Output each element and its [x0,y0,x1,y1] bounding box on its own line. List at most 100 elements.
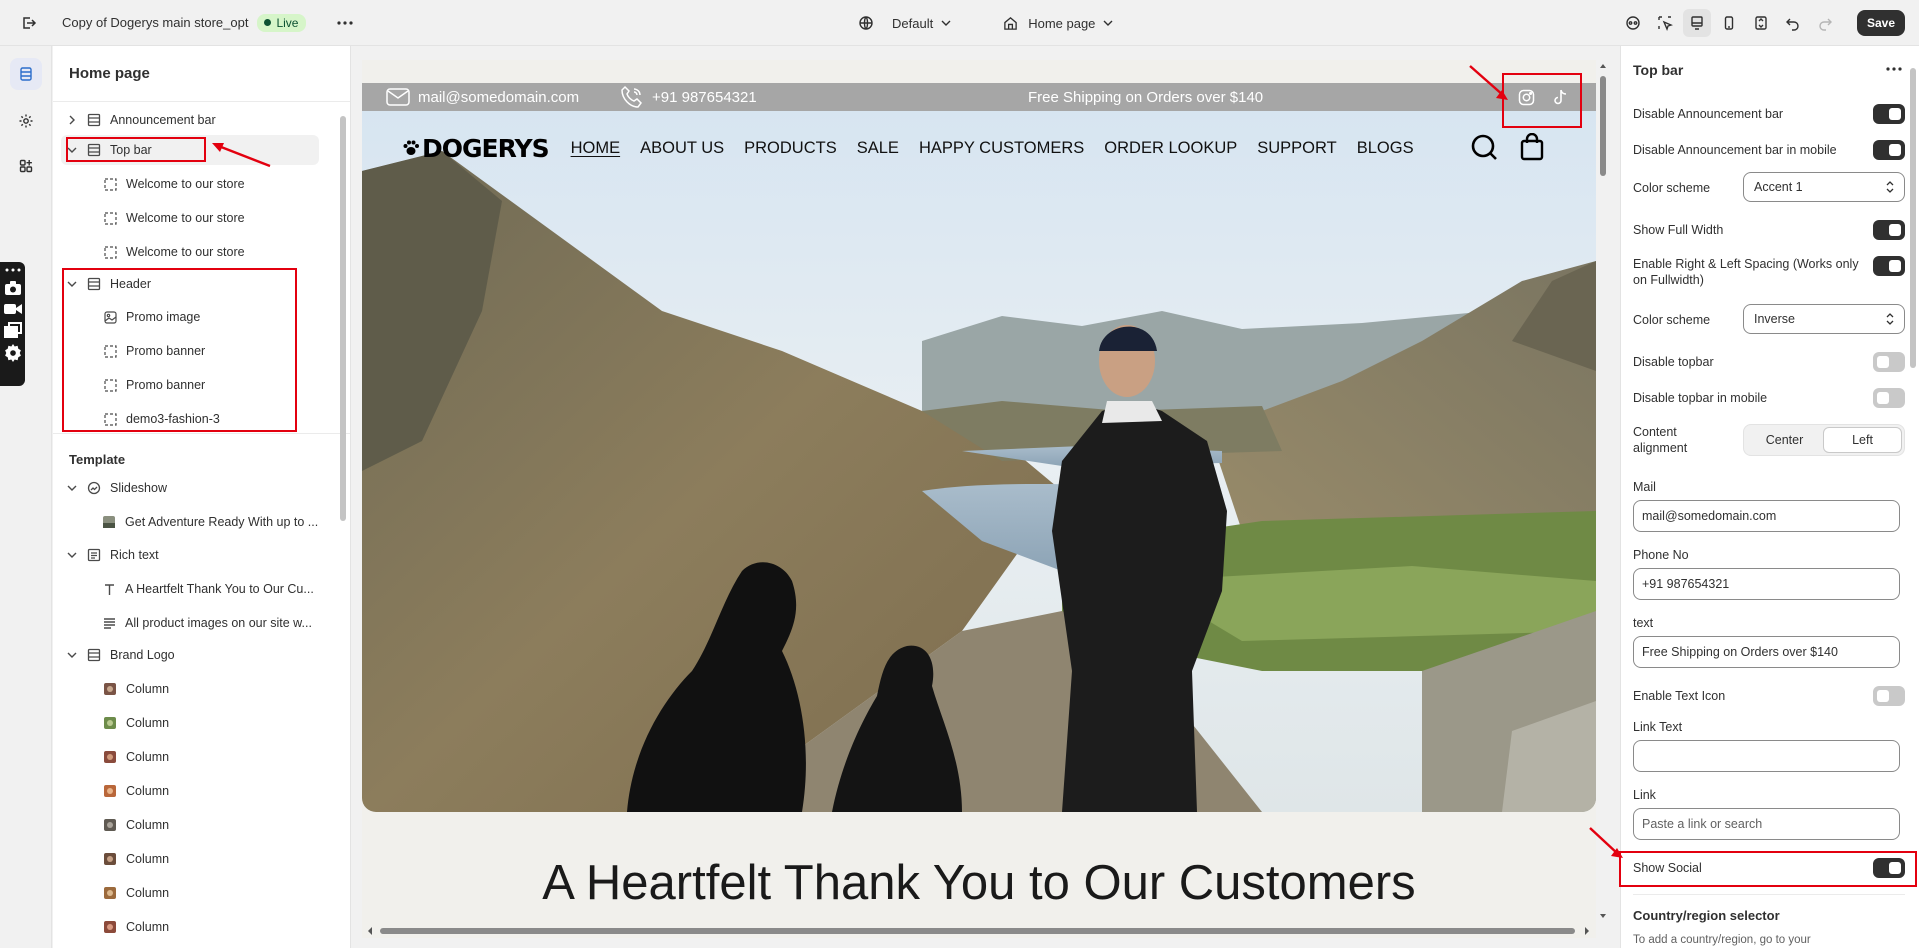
tree-item-header[interactable]: Header [61,269,319,299]
text-input[interactable]: Free Shipping on Orders over $140 [1633,636,1900,668]
tree-item-column[interactable]: Column [61,708,319,738]
redo-button[interactable] [1811,9,1839,37]
link-text-input[interactable] [1633,740,1900,772]
menu-item-sale[interactable]: SALE [857,139,899,158]
tree-item-top-bar[interactable]: Top bar [61,135,319,165]
save-button[interactable]: Save [1856,10,1905,36]
menu-item-home[interactable]: HOME [571,139,621,158]
toolbar-grip-icon[interactable] [4,266,22,274]
disable-announcement-toggle[interactable] [1873,104,1905,124]
chevron-right-icon[interactable] [65,115,79,125]
align-center-option[interactable]: Center [1746,427,1823,453]
video-icon[interactable] [3,302,23,316]
link-input[interactable]: Paste a link or search [1633,808,1900,840]
theme-settings-rail-button[interactable] [10,105,42,137]
tree-item-column[interactable]: Column [61,674,319,704]
tree-item-column[interactable]: Column [61,776,319,806]
announcement-bar[interactable]: mail@somedomain.com +91 987654321 Free S… [362,83,1596,111]
announcement-phone[interactable]: +91 987654321 [620,85,757,109]
tree-item-slideshow[interactable]: Slideshow [61,473,319,503]
tree-item-column[interactable]: Column [61,844,319,874]
align-left-option[interactable]: Left [1823,427,1902,453]
tree-item-column[interactable]: Column [61,878,319,908]
sections-rail-button[interactable] [10,58,42,90]
exit-button[interactable] [16,10,42,36]
tree-item-announcement-bar[interactable]: Announcement bar [61,105,319,135]
chevron-down-icon[interactable] [65,146,79,154]
setting-label: Disable Announcement bar [1633,107,1784,121]
mail-label: Mail [1633,480,1656,494]
settings-scrollbar[interactable] [1910,68,1916,368]
block-icon [101,412,119,426]
thumbnail-icon [101,515,118,529]
theme-selector[interactable]: Default [858,15,951,31]
mail-input[interactable]: mail@somedomain.com [1633,500,1900,532]
fullscreen-button[interactable] [1747,9,1775,37]
more-actions-button[interactable] [332,10,358,36]
store-logo[interactable]: DOGERYS [402,134,550,163]
color-scheme-select-2[interactable]: Inverse [1743,304,1905,334]
select-element-button[interactable] [1651,9,1679,37]
setting-disable-topbar-mobile: Disable topbar in mobile [1633,386,1905,410]
template-heading: Template [69,452,126,467]
tree-item-label: Top bar [110,143,152,157]
undo-button[interactable] [1779,9,1807,37]
desktop-view-button[interactable] [1682,9,1711,37]
search-icon[interactable] [1470,133,1498,161]
cart-bag-icon[interactable] [1520,133,1544,161]
chevron-down-icon[interactable] [65,484,79,492]
tree-item-brand-logo[interactable]: Brand Logo [61,640,319,670]
tree-item-column[interactable]: Column [61,912,319,942]
menu-item-about-us[interactable]: ABOUT US [640,139,724,158]
tree-item-block[interactable]: Welcome to our store [61,237,319,267]
tree-item-column[interactable]: Column [61,742,319,772]
tree-item-block[interactable]: demo3-fashion-3 [61,404,319,434]
text-label: text [1633,616,1654,630]
setting-disable-announcement: Disable Announcement bar [1633,102,1905,126]
tree-item-block[interactable]: Welcome to our store [61,203,319,233]
tiktok-icon[interactable] [1553,89,1568,106]
instagram-icon[interactable] [1518,89,1535,106]
tree-item-block[interactable]: Promo banner [61,370,319,400]
window-capture-icon[interactable] [3,322,22,338]
chevron-down-icon[interactable] [65,551,79,559]
show-social-toggle[interactable] [1873,858,1905,878]
tree-item-rich-text[interactable]: Rich text [61,540,319,570]
chevron-down-icon[interactable] [65,280,79,288]
hero-slideshow[interactable]: DOGERYS HOME ABOUT US PRODUCTS SALE HAPP… [362,111,1596,812]
announcement-mail[interactable]: mail@somedomain.com [386,88,579,106]
preview-vertical-scrollbar[interactable] [1598,62,1608,922]
disable-announcement-mobile-toggle[interactable] [1873,140,1905,160]
menu-item-products[interactable]: PRODUCTS [744,139,837,158]
phone-input[interactable]: +91 987654321 [1633,568,1900,600]
tree-item-column[interactable]: Column [61,810,319,840]
enable-spacing-toggle[interactable] [1873,256,1905,276]
tree-item-text-block[interactable]: All product images on our site w... [61,608,319,638]
tree-item-slide[interactable]: Get Adventure Ready With up to ... [61,507,319,537]
tree-item-promo-image[interactable]: Promo image [61,302,319,332]
disable-topbar-toggle[interactable] [1873,352,1905,372]
chevron-down-icon[interactable] [65,651,79,659]
show-full-width-toggle[interactable] [1873,220,1905,240]
settings-gear-icon[interactable] [4,344,22,362]
page-selector[interactable]: Home page [1003,16,1113,31]
inspector-button[interactable] [1619,9,1647,37]
camera-icon[interactable] [4,280,22,296]
color-scheme-select-1[interactable]: Accent 1 [1743,172,1905,202]
preview-horizontal-scrollbar[interactable] [366,925,1591,937]
enable-text-icon-toggle[interactable] [1873,686,1905,706]
tree-item-block[interactable]: Promo banner [61,336,319,366]
settings-more-button[interactable] [1881,56,1907,82]
sidebar-scrollbar[interactable] [340,116,346,521]
disable-topbar-mobile-toggle[interactable] [1873,388,1905,408]
editor-topbar: Copy of Dogerys main store_opt Live Defa… [0,0,1919,46]
mobile-view-button[interactable] [1715,9,1743,37]
menu-item-blogs[interactable]: BLOGS [1357,139,1414,158]
apps-rail-button[interactable] [10,150,42,182]
tree-item-heading-block[interactable]: A Heartfelt Thank You to Our Cu... [61,574,319,604]
menu-item-support[interactable]: SUPPORT [1257,139,1336,158]
menu-item-order-lookup[interactable]: ORDER LOOKUP [1104,139,1237,158]
menu-item-happy-customers[interactable]: HAPPY CUSTOMERS [919,139,1084,158]
tree-item-label: demo3-fashion-3 [126,412,220,426]
tree-item-block[interactable]: Welcome to our store [61,169,319,199]
